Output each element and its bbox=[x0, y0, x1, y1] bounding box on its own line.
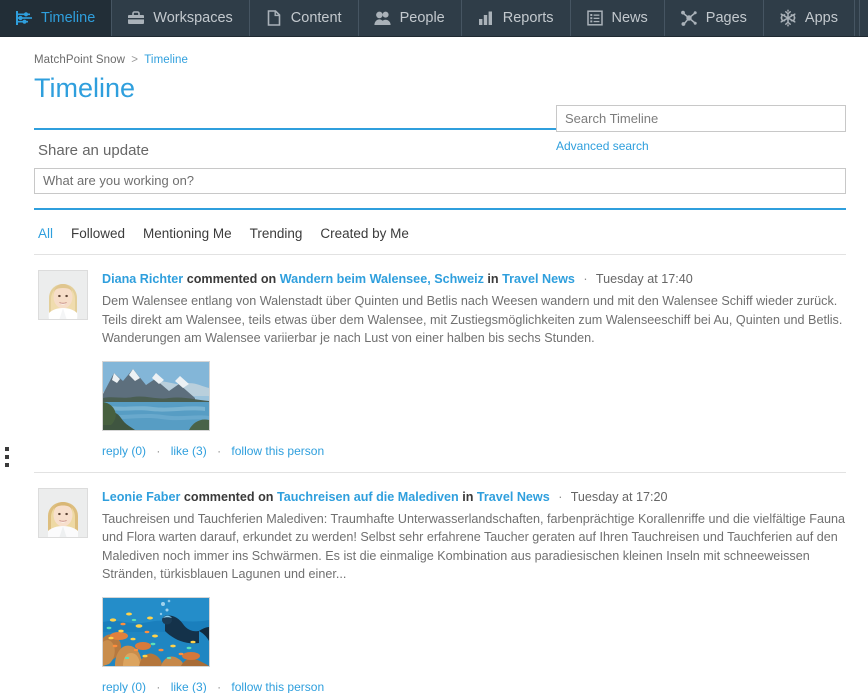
post-timestamp: Tuesday at 17:20 bbox=[570, 489, 668, 504]
list-icon bbox=[585, 8, 605, 28]
filter-tab-followed[interactable]: Followed bbox=[71, 226, 125, 241]
page-content: MatchPoint Snow > Timeline Timeline Adva… bbox=[0, 37, 868, 693]
advanced-search-link[interactable]: Advanced search bbox=[556, 139, 649, 153]
filter-tab-created-by-me[interactable]: Created by Me bbox=[320, 226, 409, 241]
post-follow-link[interactable]: follow this person bbox=[231, 444, 324, 458]
nav-item-label: Timeline bbox=[41, 10, 96, 26]
post-action-dot: · bbox=[217, 443, 222, 458]
filter-tab-mentioning-me[interactable]: Mentioning Me bbox=[143, 226, 232, 241]
timeline-icon bbox=[14, 8, 34, 28]
post-like-link[interactable]: like (3) bbox=[171, 444, 207, 458]
nav-item-pages[interactable]: Pages bbox=[665, 0, 764, 36]
nav-item-people[interactable]: People bbox=[359, 0, 462, 36]
nav-item-label: News bbox=[611, 10, 648, 26]
nav-item-content[interactable]: Content bbox=[250, 0, 359, 36]
feed-filter-tabs: All Followed Mentioning Me Trending Crea… bbox=[34, 210, 846, 254]
breadcrumb-current[interactable]: Timeline bbox=[144, 54, 188, 66]
breadcrumb-root[interactable]: MatchPoint Snow bbox=[34, 54, 125, 66]
nav-item-label: Reports bbox=[502, 10, 554, 26]
post-action-dot: · bbox=[156, 443, 161, 458]
breadcrumb-separator: > bbox=[131, 54, 139, 66]
nav-item-label: Apps bbox=[804, 10, 838, 26]
post-action-dot: · bbox=[217, 679, 222, 693]
post-action-dot: · bbox=[156, 679, 161, 693]
avatar[interactable] bbox=[38, 269, 88, 320]
post-verb: commented on bbox=[186, 271, 277, 286]
post-channel-link[interactable]: Travel News bbox=[477, 490, 550, 504]
people-icon bbox=[373, 8, 393, 28]
drag-dot bbox=[5, 447, 9, 451]
nav-item-label: Workspaces bbox=[153, 10, 233, 26]
drag-dot bbox=[5, 463, 9, 467]
post-in-word: in bbox=[487, 271, 499, 286]
post-timestamp: Tuesday at 17:40 bbox=[595, 271, 693, 286]
post-author-link[interactable]: Leonie Faber bbox=[102, 490, 180, 504]
search-input[interactable] bbox=[556, 105, 846, 132]
panel-drag-handle[interactable] bbox=[5, 447, 9, 467]
feed-post: Leonie Faber commented on Tauchreisen au… bbox=[34, 473, 846, 693]
nav-item-label: Content bbox=[290, 10, 342, 26]
page-title: Timeline bbox=[34, 73, 136, 103]
post-header: Diana Richter commented on Wandern beim … bbox=[102, 270, 846, 288]
post-like-link[interactable]: like (3) bbox=[171, 680, 207, 693]
post-follow-link[interactable]: follow this person bbox=[231, 680, 324, 693]
post-header: Leonie Faber commented on Tauchreisen au… bbox=[102, 488, 846, 506]
post-body-text: Tauchreisen und Tauchferien Malediven: T… bbox=[102, 511, 846, 582]
post-reply-link[interactable]: reply (0) bbox=[102, 444, 146, 458]
nav-item-label: People bbox=[399, 10, 445, 26]
feed-post: Diana Richter commented on Wandern beim … bbox=[34, 255, 846, 472]
post-subject-link[interactable]: Wandern beim Walensee, Schweiz bbox=[280, 272, 484, 286]
nav-item-workspaces[interactable]: Workspaces bbox=[112, 0, 250, 36]
snowflake-icon bbox=[778, 8, 798, 28]
post-thumbnail-coral-reef-diver[interactable] bbox=[102, 596, 210, 667]
post-actions: reply (0) · like (3) · follow this perso… bbox=[102, 444, 846, 472]
nav-item-apps[interactable]: Apps bbox=[764, 0, 855, 36]
nav-end bbox=[860, 0, 868, 36]
post-reply-link[interactable]: reply (0) bbox=[102, 680, 146, 693]
nav-item-label: Pages bbox=[705, 10, 747, 26]
briefcase-icon bbox=[126, 8, 146, 28]
post-header-dot: · bbox=[558, 489, 563, 504]
search-area: Advanced search bbox=[556, 105, 846, 155]
nav-item-news[interactable]: News bbox=[571, 0, 665, 36]
post-body-text: Dem Walensee entlang von Walenstadt über… bbox=[102, 294, 843, 345]
breadcrumb: MatchPoint Snow > Timeline bbox=[34, 37, 846, 66]
filter-tab-all[interactable]: All bbox=[38, 226, 53, 241]
share-update-input[interactable] bbox=[34, 167, 846, 194]
nav-item-timeline[interactable]: Timeline bbox=[0, 0, 113, 36]
top-navigation-bar: Timeline Workspaces Content People Repor… bbox=[0, 0, 868, 37]
drag-dot bbox=[5, 455, 9, 459]
post-content: Leonie Faber commented on Tauchreisen au… bbox=[102, 488, 846, 693]
nodes-icon bbox=[679, 8, 699, 28]
post-verb: commented on bbox=[183, 489, 274, 504]
avatar[interactable] bbox=[38, 487, 88, 538]
post-content: Diana Richter commented on Wandern beim … bbox=[102, 270, 846, 472]
post-actions: reply (0) · like (3) · follow this perso… bbox=[102, 680, 846, 693]
document-icon bbox=[264, 8, 284, 28]
filter-tab-trending[interactable]: Trending bbox=[250, 226, 303, 241]
post-channel-link[interactable]: Travel News bbox=[502, 272, 575, 286]
post-subject-link[interactable]: Tauchreisen auf die Malediven bbox=[277, 490, 459, 504]
post-header-dot: · bbox=[583, 271, 588, 286]
post-author-link[interactable]: Diana Richter bbox=[102, 272, 183, 286]
post-thumbnail-lake-mountains[interactable] bbox=[102, 360, 210, 431]
nav-item-reports[interactable]: Reports bbox=[462, 0, 571, 36]
bar-chart-icon bbox=[476, 8, 496, 28]
post-in-word: in bbox=[462, 489, 474, 504]
